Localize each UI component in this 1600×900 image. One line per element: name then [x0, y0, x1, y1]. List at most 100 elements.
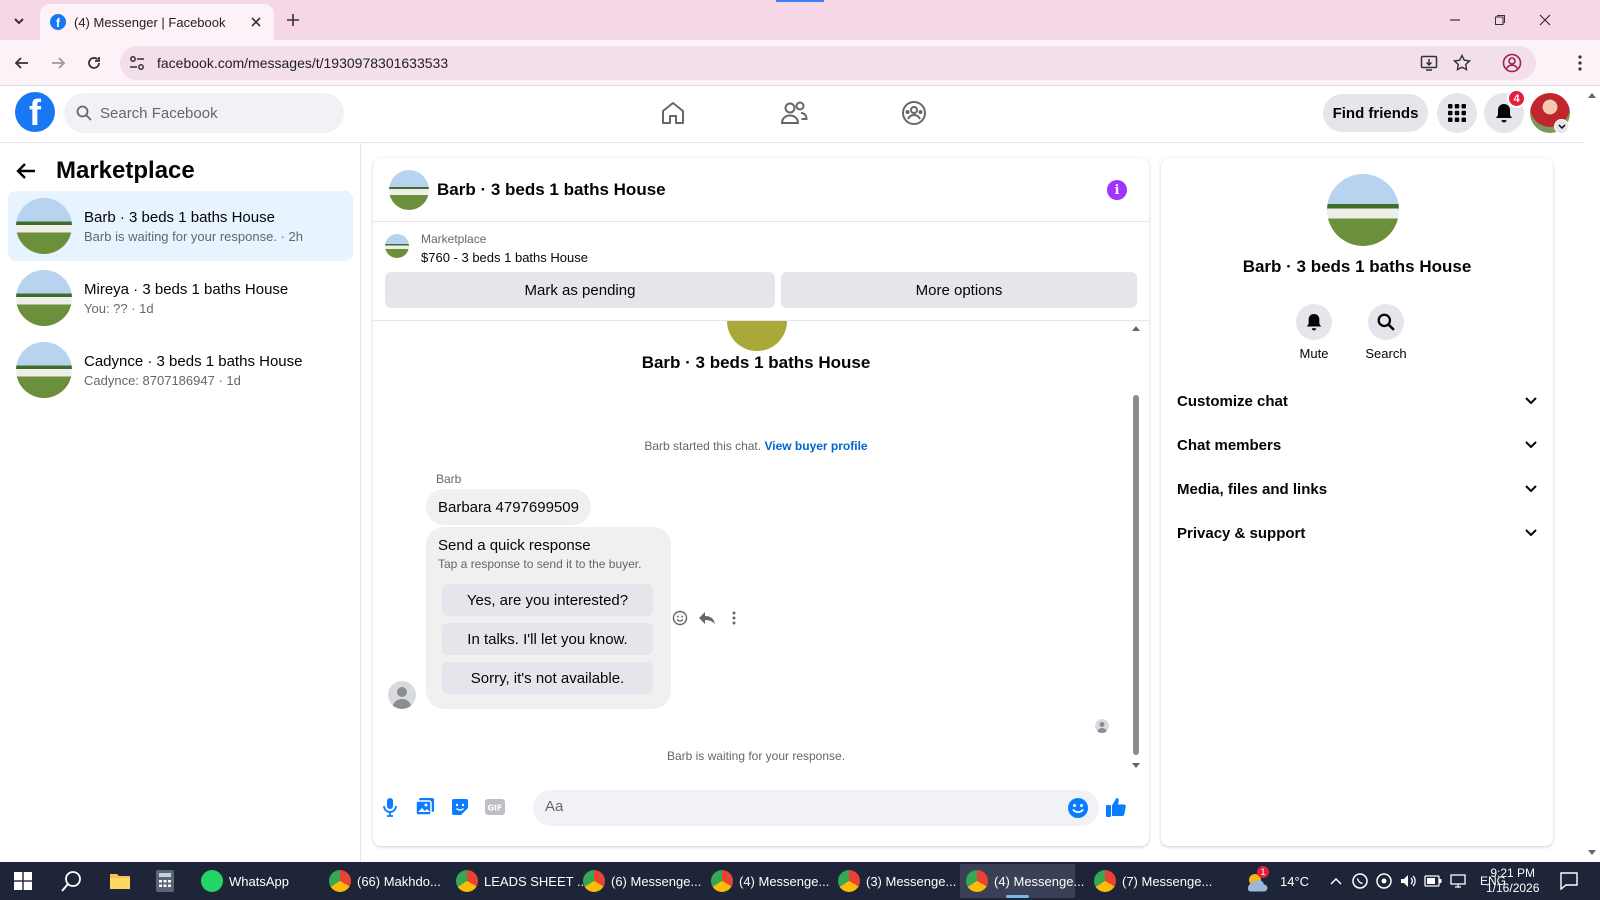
page-scrollbar[interactable] [1584, 86, 1600, 862]
account-chevron-icon[interactable] [1554, 119, 1569, 134]
view-buyer-profile-link[interactable]: View buyer profile [764, 439, 867, 453]
more-options-button[interactable]: More options [781, 272, 1137, 308]
restore-icon[interactable] [1485, 8, 1515, 32]
section-label: Chat members [1177, 436, 1282, 454]
home-icon[interactable] [658, 98, 688, 128]
groups-icon[interactable] [899, 98, 929, 128]
tab-close-icon[interactable] [248, 14, 264, 30]
taskbar-app-button[interactable]: (4) Messenge... [705, 864, 829, 898]
volume-icon[interactable] [1400, 873, 1416, 889]
quick-reply-button[interactable]: Sorry, it's not available. [442, 662, 653, 694]
bookmark-star-icon[interactable] [1453, 54, 1471, 72]
chrome-icon [456, 870, 478, 892]
file-explorer-icon[interactable] [105, 866, 135, 896]
chat-scrollbar[interactable] [1130, 321, 1142, 780]
reply-icon[interactable] [696, 607, 718, 629]
taskbar-app-label: (3) Messenge... [866, 873, 957, 889]
facebook-logo-icon[interactable]: f [15, 92, 55, 132]
find-friends-button[interactable]: Find friends [1323, 94, 1428, 132]
taskbar-app-button[interactable]: (66) Makhdo... [323, 864, 441, 898]
listing-info[interactable]: Marketplace $760 - 3 beds 1 baths House [385, 232, 588, 265]
conversation-preview: Cadynce: 8707186947 · 1d [84, 372, 241, 388]
weather-widget[interactable]: 1 14°C [1244, 862, 1309, 900]
friends-icon[interactable] [779, 98, 809, 128]
search-conversation-button[interactable]: Search [1356, 304, 1416, 361]
customize-chat-section[interactable]: Customize chat [1177, 386, 1537, 416]
emoji-icon[interactable] [1067, 797, 1089, 819]
react-emoji-icon[interactable] [669, 607, 691, 629]
url-field[interactable]: facebook.com/messages/t/1930978301633533 [120, 46, 1536, 80]
browser-menu-icon[interactable] [1568, 51, 1592, 75]
network-icon[interactable] [1450, 874, 1468, 888]
tab-title: (4) Messenger | Facebook [74, 14, 226, 30]
clock-time: 9:21 PM [1490, 866, 1536, 880]
taskbar-app-button[interactable]: WhatsApp [195, 864, 305, 898]
clock[interactable]: 9:21 PM 1/16/2026 [1486, 866, 1539, 896]
quick-response-card: Send a quick response Tap a response to … [426, 527, 671, 709]
microphone-icon[interactable] [378, 795, 402, 819]
new-tab-icon[interactable] [282, 9, 304, 31]
quick-reply-button[interactable]: In talks. I'll let you know. [442, 623, 653, 655]
message-bubble[interactable]: Barbara 4797699509 [426, 489, 591, 525]
chat-avatar[interactable] [389, 169, 429, 210]
forward-icon[interactable] [46, 51, 70, 75]
conversation-item[interactable]: Cadynce · 3 beds 1 baths House Cadynce: … [8, 335, 353, 405]
like-thumbs-up-icon[interactable] [1104, 795, 1128, 819]
chat-members-section[interactable]: Chat members [1177, 430, 1537, 460]
taskbar-app-button[interactable]: LEADS SHEET ... [450, 864, 588, 898]
chat-scrollbar-thumb[interactable] [1133, 395, 1139, 755]
close-window-icon[interactable] [1530, 8, 1560, 32]
windows-start-icon[interactable] [8, 866, 38, 896]
chrome-icon [1094, 870, 1116, 892]
browser-tab-active[interactable]: f (4) Messenger | Facebook [40, 4, 274, 40]
tray-whatsapp-icon[interactable] [1352, 873, 1368, 889]
conversation-preview: Barb is waiting for your response. · 2h [84, 228, 303, 244]
chat-title[interactable]: Barb · 3 beds 1 baths House [437, 180, 666, 200]
media-files-links-section[interactable]: Media, files and links [1177, 474, 1537, 504]
taskbar-app-button[interactable]: (7) Messenge... [1088, 864, 1212, 898]
sticker-icon[interactable] [448, 795, 472, 819]
calculator-icon[interactable] [150, 866, 180, 896]
chat-started-notice: Barb started this chat. View buyer profi… [373, 439, 1139, 453]
back-arrow-icon[interactable] [16, 162, 36, 180]
message-input-box[interactable] [533, 790, 1099, 826]
gif-icon[interactable]: GIF [483, 795, 507, 819]
listing-thumbnail [385, 234, 409, 258]
battery-icon[interactable] [1424, 875, 1442, 887]
conversation-item[interactable]: Barb · 3 beds 1 baths House Barb is wait… [8, 191, 353, 261]
privacy-support-section[interactable]: Privacy & support [1177, 518, 1537, 548]
profile-icon[interactable] [1500, 51, 1524, 75]
quick-reply-button[interactable]: Yes, are you interested? [442, 584, 653, 616]
bell-icon [1296, 304, 1332, 340]
contact-avatar-large[interactable] [1327, 174, 1399, 246]
tray-chrome-icon[interactable] [1376, 873, 1392, 889]
search-input[interactable] [100, 104, 300, 122]
site-settings-icon[interactable] [128, 54, 146, 72]
tab-search-icon[interactable] [8, 10, 30, 32]
chat-info-panel: Barb · 3 beds 1 baths House Mute Search … [1161, 158, 1553, 846]
chrome-icon [583, 870, 605, 892]
back-icon[interactable] [10, 51, 34, 75]
mark-pending-button[interactable]: Mark as pending [385, 272, 775, 308]
facebook-search[interactable] [64, 93, 344, 133]
section-label: Media, files and links [1177, 480, 1328, 498]
taskbar-app-button[interactable]: (4) Messenge... [960, 864, 1084, 898]
reload-icon[interactable] [82, 51, 106, 75]
conversation-item[interactable]: Mireya · 3 beds 1 baths House You: ?? · … [8, 263, 353, 333]
photo-icon[interactable] [413, 795, 437, 819]
minimize-icon[interactable] [1440, 8, 1470, 32]
message-input[interactable] [545, 798, 1045, 815]
notification-center-icon[interactable] [1554, 866, 1584, 896]
browser-tab-strip: f (4) Messenger | Facebook [0, 0, 1600, 40]
menu-grid-icon[interactable] [1437, 93, 1477, 133]
taskbar-app-button[interactable]: (6) Messenge... [577, 864, 701, 898]
taskbar-app-button[interactable]: (3) Messenge... [832, 864, 956, 898]
info-icon[interactable]: i [1107, 180, 1127, 200]
taskbar-app-label: (4) Messenge... [994, 873, 1085, 889]
conversation-name: Cadynce · 3 beds 1 baths House [84, 352, 303, 370]
more-actions-icon[interactable] [723, 607, 745, 629]
taskbar-search-icon[interactable] [57, 866, 87, 896]
install-app-icon[interactable] [1420, 54, 1438, 72]
mute-button[interactable]: Mute [1284, 304, 1344, 361]
tray-chevron-up-icon[interactable] [1330, 877, 1342, 885]
